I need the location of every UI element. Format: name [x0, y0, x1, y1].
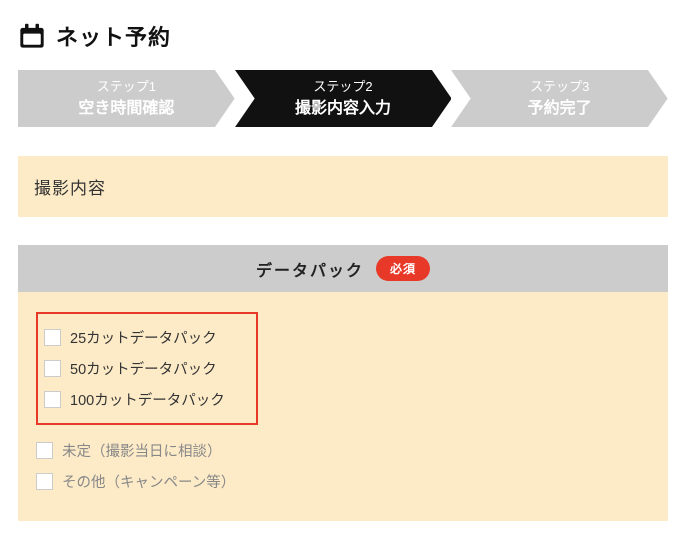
step-3: ステップ3 予約完了 [451, 70, 668, 128]
checkbox[interactable] [44, 391, 61, 408]
options-panel: 25カットデータパック 50カットデータパック 100カットデータパック 未定（… [18, 292, 668, 521]
option-row[interactable]: 25カットデータパック [44, 322, 250, 353]
option-label: 50カットデータパック [70, 358, 217, 379]
step-number: ステップ2 [295, 77, 391, 97]
page-title: ネット予約 [56, 20, 171, 52]
option-row[interactable]: その他（キャンペーン等） [36, 466, 650, 497]
option-label: 25カットデータパック [70, 327, 217, 348]
option-label: その他（キャンペーン等） [62, 471, 235, 492]
option-row[interactable]: 未定（撮影当日に相談） [36, 435, 650, 466]
option-row[interactable]: 50カットデータパック [44, 353, 250, 384]
checkbox[interactable] [44, 360, 61, 377]
step-label: 空き時間確認 [78, 97, 174, 121]
step-2: ステップ2 撮影内容入力 [235, 70, 452, 128]
option-label: 100カットデータパック [70, 389, 225, 410]
option-label: 未定（撮影当日に相談） [62, 440, 222, 461]
step-number: ステップ3 [528, 77, 592, 97]
highlight-box: 25カットデータパック 50カットデータパック 100カットデータパック [36, 312, 258, 425]
step-indicator: ステップ1 空き時間確認 ステップ2 撮影内容入力 ステップ3 予約完了 [18, 70, 668, 128]
group-label: データパック [256, 257, 364, 281]
checkbox[interactable] [36, 473, 53, 490]
option-row[interactable]: 100カットデータパック [44, 384, 250, 415]
page-header: ネット予約 [18, 20, 668, 52]
checkbox[interactable] [36, 442, 53, 459]
section-title: 撮影内容 [34, 174, 652, 199]
calendar-icon [18, 22, 46, 50]
checkbox[interactable] [44, 329, 61, 346]
step-label: 撮影内容入力 [295, 97, 391, 121]
step-number: ステップ1 [78, 77, 174, 97]
step-1: ステップ1 空き時間確認 [18, 70, 235, 128]
section-title-box: 撮影内容 [18, 156, 668, 217]
required-badge: 必須 [376, 256, 430, 281]
step-label: 予約完了 [528, 97, 592, 121]
group-header: データパック 必須 [18, 245, 668, 292]
